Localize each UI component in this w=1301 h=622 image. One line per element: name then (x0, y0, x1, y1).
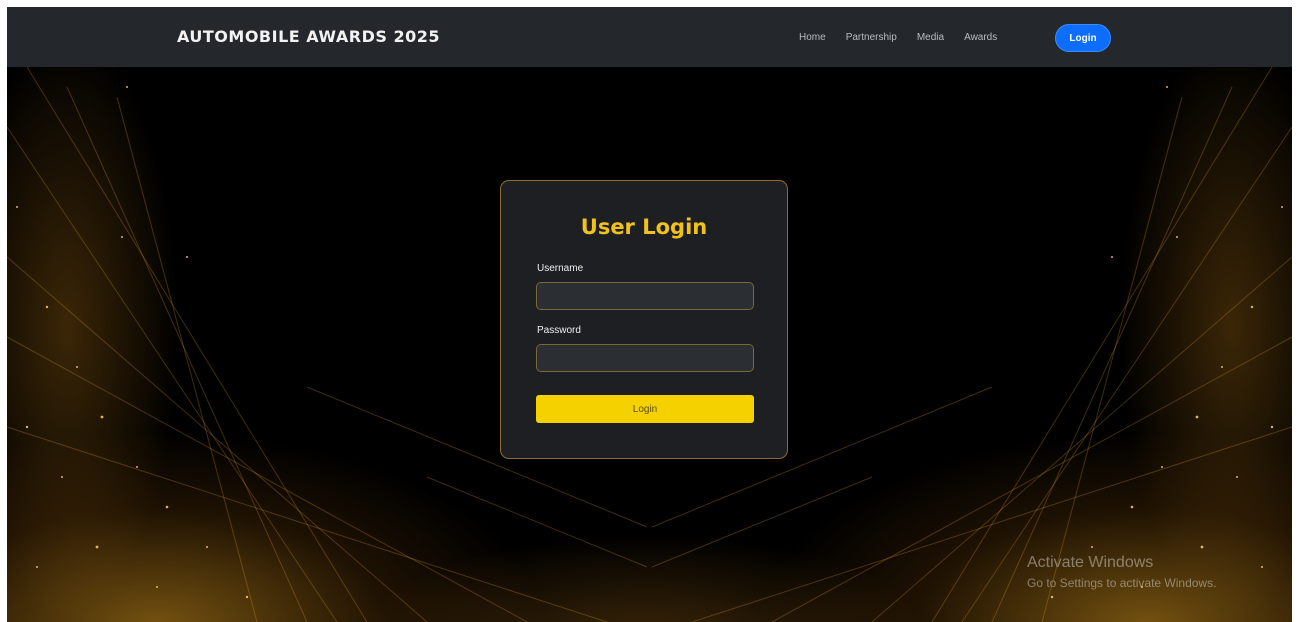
nav-login-button[interactable]: Login (1055, 24, 1111, 52)
login-submit-button[interactable]: Login (536, 395, 754, 423)
login-card: User Login Username Password Login (500, 180, 788, 459)
login-title: User Login (580, 215, 708, 239)
browser-viewport: AUTOMOBILE AWARDS 2025 Home Partnership … (7, 7, 1292, 622)
username-field[interactable] (536, 282, 754, 310)
nav-link-home[interactable]: Home (799, 32, 826, 43)
password-label: Password (537, 325, 581, 336)
password-field[interactable] (536, 344, 754, 372)
activate-windows-watermark: Activate Windows Go to Settings to activ… (1027, 554, 1216, 590)
watermark-title: Activate Windows (1027, 554, 1154, 571)
username-label: Username (537, 263, 584, 274)
nav-link-awards[interactable]: Awards (964, 32, 997, 43)
watermark-subtitle: Go to Settings to activate Windows. (1027, 576, 1217, 590)
brand-title[interactable]: AUTOMOBILE AWARDS 2025 (177, 27, 440, 46)
nav-link-partnership[interactable]: Partnership (846, 32, 897, 43)
nav-link-media[interactable]: Media (917, 32, 944, 43)
nav-links: Home Partnership Media Awards (799, 7, 1017, 67)
top-navbar: AUTOMOBILE AWARDS 2025 Home Partnership … (7, 7, 1292, 67)
